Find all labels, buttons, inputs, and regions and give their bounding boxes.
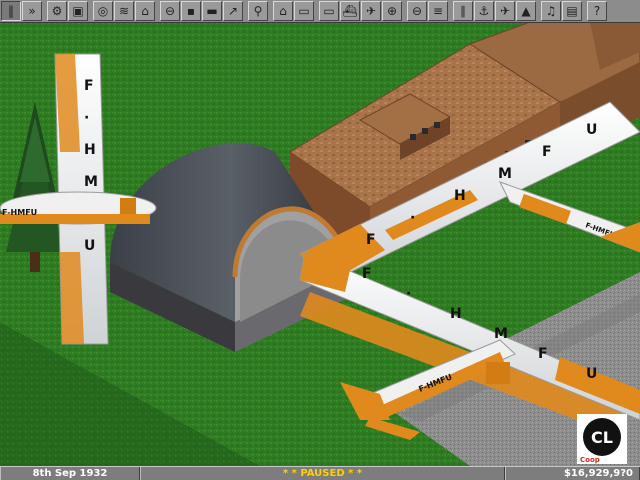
fast-forward-icon: » [28, 4, 36, 18]
wing-letter: H [84, 142, 96, 158]
gear-icon: ⚙ [51, 4, 63, 18]
train-list-button[interactable]: ▭ [294, 1, 314, 21]
toolbar-group: ⚲ [247, 0, 268, 22]
subsidies-button[interactable]: ⌂ [135, 1, 155, 21]
news-button[interactable]: ▤ [562, 1, 582, 21]
zoom-out-button[interactable]: ⊖ [407, 1, 427, 21]
map-button[interactable]: ◎ [93, 1, 113, 21]
wing-letter: M [498, 166, 512, 182]
settings-button[interactable]: ⚙ [47, 1, 67, 21]
company-league-button[interactable]: ⚲ [248, 1, 268, 21]
toolbar-group: ⌂ ▭ [272, 0, 314, 22]
company-general-button[interactable]: ▬ [202, 1, 222, 21]
ship-list-button[interactable]: ⛴ [340, 1, 360, 21]
newspaper-icon: ▤ [566, 4, 578, 18]
wing-letter: U [84, 238, 95, 254]
floppy-disk-icon: ▣ [72, 4, 84, 18]
pause-icon: ‖ [8, 4, 14, 18]
toolbar-group: ♫ ▤ [540, 0, 582, 22]
wing-letter: H [454, 188, 466, 204]
wing-letter: M [494, 326, 508, 342]
toolbar-group: ◎ ≋ ⌂ [92, 0, 155, 22]
magnifier-icon: ⚲ [253, 4, 263, 18]
music-note-icon: ♫ [545, 4, 557, 18]
industry-button[interactable]: ⌂ [273, 1, 293, 21]
landscape-icon: ▲ [521, 4, 531, 18]
rail-track-icon: ≡ [432, 4, 444, 18]
safe-icon: ▪ [186, 4, 196, 18]
airplane-icon: ✈ [365, 4, 377, 18]
date-display[interactable]: 8th Sep 1932 [0, 467, 140, 480]
game-viewport[interactable]: F · H M F U F-HMFU F · H [0, 22, 640, 466]
toolbar-group: ‖» [0, 0, 42, 22]
toolbar-group: ⚙ ▣ [46, 0, 88, 22]
wing-letter: · [410, 210, 415, 226]
wing-letter: F [84, 78, 94, 94]
zoom-in-icon: ⊕ [386, 4, 398, 18]
toolbar-group: ⊖ ▪ ▬ ↗ [159, 0, 243, 22]
toolbar-group: ⊖ ≡ [406, 0, 448, 22]
save-button[interactable]: ▣ [68, 1, 88, 21]
ship-icon: ⛴ [342, 4, 358, 18]
wing-letter: F [366, 232, 376, 248]
roads-icon: ≋ [118, 4, 130, 18]
wing-letter: · [84, 110, 89, 126]
game-window: ‖» ⚙ ▣ ◎ ≋ ⌂ ⊖ ▪ ▬ ↗ ⚲ ⌂ ▭ ▭ ⛴ ✈ ⊕ ⊖ ≡ ∥ ⚓ ✈ ▲ ♫ ▤? [0, 0, 640, 480]
wing-letter: F [542, 144, 552, 160]
company-finances-button[interactable]: ▪ [181, 1, 201, 21]
wing-letter: M [84, 174, 98, 190]
fuselage-registration: F-HMFU [2, 208, 37, 217]
road-vehicle-list-button[interactable]: ▭ [319, 1, 339, 21]
bank-icon: ⌂ [141, 4, 149, 18]
wing-letter: U [586, 366, 597, 382]
build-docks-button[interactable]: ⚓ [474, 1, 494, 21]
question-icon: ? [593, 4, 601, 18]
road-icon: ∥ [460, 4, 466, 18]
money-display[interactable]: $16,929,9?0 [505, 467, 640, 480]
status-bar: 8th Sep 1932 * * PAUSED * * $16,929,9?0 [0, 466, 640, 480]
pause-button[interactable]: ‖ [1, 1, 21, 21]
build-railway-button[interactable]: ≡ [428, 1, 448, 21]
help-button[interactable]: ? [587, 1, 607, 21]
briefcase-icon: ▬ [206, 4, 218, 18]
toolbar-group: ∥ ⚓ ✈ ▲ [452, 0, 536, 22]
toolbar-group: ▭ ⛴ ✈ ⊕ [318, 0, 402, 22]
train-icon: ▭ [298, 4, 310, 18]
wing-letter: U [586, 122, 597, 138]
watermark-subtext: Coop [580, 456, 600, 464]
compass-icon: ◎ [97, 4, 109, 18]
station-sign-icon: ⊖ [164, 4, 176, 18]
watermark-text: CL [591, 428, 613, 447]
landscaping-button[interactable]: ▲ [516, 1, 536, 21]
news-ticker[interactable]: * * PAUSED * * [140, 467, 505, 480]
music-button[interactable]: ♫ [541, 1, 561, 21]
main-toolbar: ‖» ⚙ ▣ ◎ ≋ ⌂ ⊖ ▪ ▬ ↗ ⚲ ⌂ ▭ ▭ ⛴ ✈ ⊕ ⊖ ≡ ∥ ⚓ ✈ ▲ ♫ ▤? [0, 0, 640, 23]
graphs-button[interactable]: ↗ [223, 1, 243, 21]
zoom-in-button[interactable]: ⊕ [382, 1, 402, 21]
zoom-out-icon: ⊖ [411, 4, 423, 18]
station-list-button[interactable]: ⊖ [160, 1, 180, 21]
lorry-icon: ▭ [323, 4, 335, 18]
wing-letter: F [538, 346, 548, 362]
anchor-icon: ⚓ [478, 4, 490, 18]
line-graph-icon: ↗ [227, 4, 239, 18]
factory-icon: ⌂ [279, 4, 287, 18]
watermark-logo: CL Coop [577, 414, 627, 464]
airport-icon: ✈ [499, 4, 511, 18]
fast-forward-button[interactable]: » [22, 1, 42, 21]
wing-letter: F [362, 266, 372, 282]
build-road-button[interactable]: ∥ [453, 1, 473, 21]
wing-letter: · [406, 286, 411, 302]
toolbar-group: ? [586, 0, 607, 22]
build-airport-button[interactable]: ✈ [495, 1, 515, 21]
aircraft-list-button[interactable]: ✈ [361, 1, 381, 21]
town-directory-button[interactable]: ≋ [114, 1, 134, 21]
wing-letter: H [450, 306, 462, 322]
scene: F · H M F U F-HMFU F · H [0, 22, 640, 466]
